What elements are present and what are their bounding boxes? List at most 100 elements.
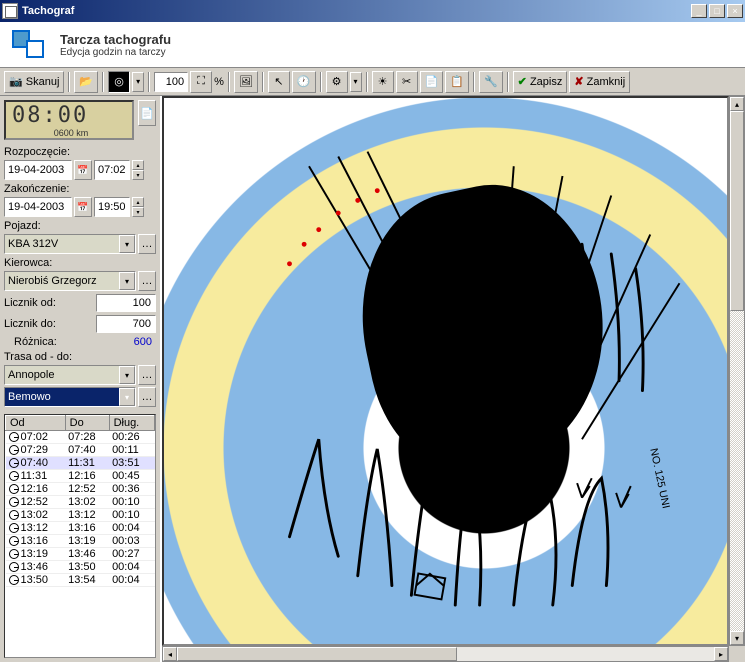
- route-to-combo[interactable]: Bemowo: [4, 387, 136, 407]
- copy-button[interactable]: 📄: [420, 71, 444, 93]
- driver-value: Nierobiś Grzegorz: [8, 275, 97, 287]
- maximize-button[interactable]: □: [709, 4, 725, 18]
- target-icon: ◎: [114, 75, 124, 88]
- end-date-input[interactable]: [4, 197, 72, 217]
- table-row[interactable]: 13:1913:4600:27: [6, 548, 155, 561]
- table-row[interactable]: 07:4011:3103:51: [6, 457, 155, 470]
- table-row[interactable]: 13:4613:5000:04: [6, 561, 155, 574]
- image-button[interactable]: 🖼: [234, 71, 258, 93]
- page-title: Tarcza tachografu: [60, 32, 171, 47]
- end-label: Zakończenie:: [4, 183, 156, 195]
- driver-combo[interactable]: Nierobiś Grzegorz: [4, 271, 136, 291]
- col-do[interactable]: Do: [65, 416, 109, 431]
- route-to-arrow[interactable]: [119, 388, 135, 406]
- end-date-cal[interactable]: 📅: [74, 197, 92, 217]
- lcd-km: 0600 km: [12, 128, 88, 138]
- scan-label: Skanuj: [26, 76, 60, 88]
- hscrollbar[interactable]: ◂ ▸: [162, 646, 729, 662]
- start-date-cal[interactable]: 📅: [74, 160, 92, 180]
- route-from-combo[interactable]: Annopole: [4, 365, 136, 385]
- start-time-down[interactable]: ▾: [132, 170, 144, 180]
- window-title: Tachograf: [22, 5, 689, 17]
- clock-icon: [9, 497, 19, 507]
- pointer-button[interactable]: ↖: [268, 71, 290, 93]
- start-date-input[interactable]: [4, 160, 72, 180]
- disc-canvas[interactable]: CAB. NO. 125 UNI: [162, 96, 729, 646]
- vehicle-combo[interactable]: KBA 312V: [4, 234, 136, 254]
- save-button[interactable]: ✔ Zapisz: [513, 71, 568, 93]
- zoom-fit-button[interactable]: ⛶: [190, 71, 212, 93]
- target-dropdown[interactable]: [132, 72, 144, 92]
- paste-icon: 📋: [450, 75, 464, 88]
- table-row[interactable]: 11:3112:1600:45: [6, 470, 155, 483]
- route-to-more[interactable]: …: [138, 387, 156, 407]
- scroll-up[interactable]: ▴: [730, 97, 744, 111]
- vehicle-more-button[interactable]: …: [138, 234, 156, 254]
- route-from-arrow[interactable]: [119, 366, 135, 384]
- close-button[interactable]: ✘ Zamknij: [569, 71, 630, 93]
- start-time-input[interactable]: [94, 160, 130, 180]
- scroll-right[interactable]: ▸: [714, 647, 728, 661]
- odo-from-label: Licznik od:: [4, 297, 56, 309]
- table-row[interactable]: 13:5013:5400:04: [6, 574, 155, 587]
- end-time-down[interactable]: ▾: [132, 207, 144, 217]
- vscrollbar[interactable]: ▴ ▾: [729, 96, 745, 646]
- table-row[interactable]: 07:2907:4000:11: [6, 444, 155, 457]
- clock-icon: [9, 432, 19, 442]
- titlebar: Tachograf _ □ ×: [0, 0, 745, 22]
- wrench-button[interactable]: 🔧: [479, 71, 503, 93]
- scroll-down[interactable]: ▾: [730, 631, 744, 645]
- wrench-icon: 🔧: [484, 75, 498, 88]
- route-from-value: Annopole: [8, 369, 55, 381]
- scan-button[interactable]: 📷 Skanuj: [4, 71, 64, 93]
- odo-to-input[interactable]: [96, 315, 156, 333]
- table-row[interactable]: 13:1213:1600:04: [6, 522, 155, 535]
- zoom-input[interactable]: [154, 72, 188, 92]
- lcd-side-button[interactable]: 📄: [138, 100, 156, 126]
- time-table[interactable]: Od Do Dług. 07:0207:2800:2607:2907:4000:…: [4, 414, 156, 658]
- driver-more-button[interactable]: …: [138, 271, 156, 291]
- clock-tool-button[interactable]: 🕐: [292, 71, 316, 93]
- start-label: Rozpoczęcie:: [4, 146, 156, 158]
- table-row[interactable]: 12:1612:5200:36: [6, 483, 155, 496]
- clock-icon: [9, 549, 19, 559]
- target-button[interactable]: ◎: [108, 71, 130, 93]
- gear-dropdown[interactable]: [350, 72, 362, 92]
- app-icon: [2, 3, 18, 19]
- close-window-button[interactable]: ×: [727, 4, 743, 18]
- driver-dropdown-arrow[interactable]: [119, 272, 135, 290]
- camera-icon: 📷: [9, 75, 23, 88]
- header-icon: [12, 30, 48, 60]
- clock-icon: 🕐: [297, 75, 311, 88]
- driver-label: Kierowca:: [4, 257, 156, 269]
- paste-button[interactable]: 📋: [445, 71, 469, 93]
- brightness-button[interactable]: ☀: [372, 71, 394, 93]
- table-row[interactable]: 12:5213:0200:10: [6, 496, 155, 509]
- start-time-up[interactable]: ▴: [132, 160, 144, 170]
- end-time-input[interactable]: [94, 197, 130, 217]
- clock-icon: [9, 536, 19, 546]
- table-row[interactable]: 13:1613:1900:03: [6, 535, 155, 548]
- table-row[interactable]: 13:0213:1200:10: [6, 509, 155, 522]
- scroll-left[interactable]: ◂: [163, 647, 177, 661]
- vehicle-dropdown-arrow[interactable]: [119, 235, 135, 253]
- odo-to-label: Licznik do:: [4, 318, 56, 330]
- clock-icon: [9, 510, 19, 520]
- open-button[interactable]: 📂: [74, 71, 98, 93]
- end-time-up[interactable]: ▴: [132, 197, 144, 207]
- col-od[interactable]: Od: [6, 416, 66, 431]
- sun-icon: ☀: [378, 75, 388, 88]
- gear-button[interactable]: ⚙: [326, 71, 348, 93]
- table-row[interactable]: 07:0207:2800:26: [6, 431, 155, 444]
- fit-icon: ⛶: [197, 75, 205, 88]
- hscroll-thumb[interactable]: [177, 647, 457, 661]
- vscroll-thumb[interactable]: [730, 111, 744, 311]
- cut-button[interactable]: ✂: [396, 71, 418, 93]
- save-label: Zapisz: [530, 76, 562, 88]
- header: Tarcza tachografu Edycja godzin na tarcz…: [0, 22, 745, 68]
- folder-open-icon: 📂: [79, 75, 93, 88]
- col-dlug[interactable]: Dług.: [109, 416, 154, 431]
- odo-from-input[interactable]: [96, 294, 156, 312]
- minimize-button[interactable]: _: [691, 4, 707, 18]
- route-from-more[interactable]: …: [138, 365, 156, 385]
